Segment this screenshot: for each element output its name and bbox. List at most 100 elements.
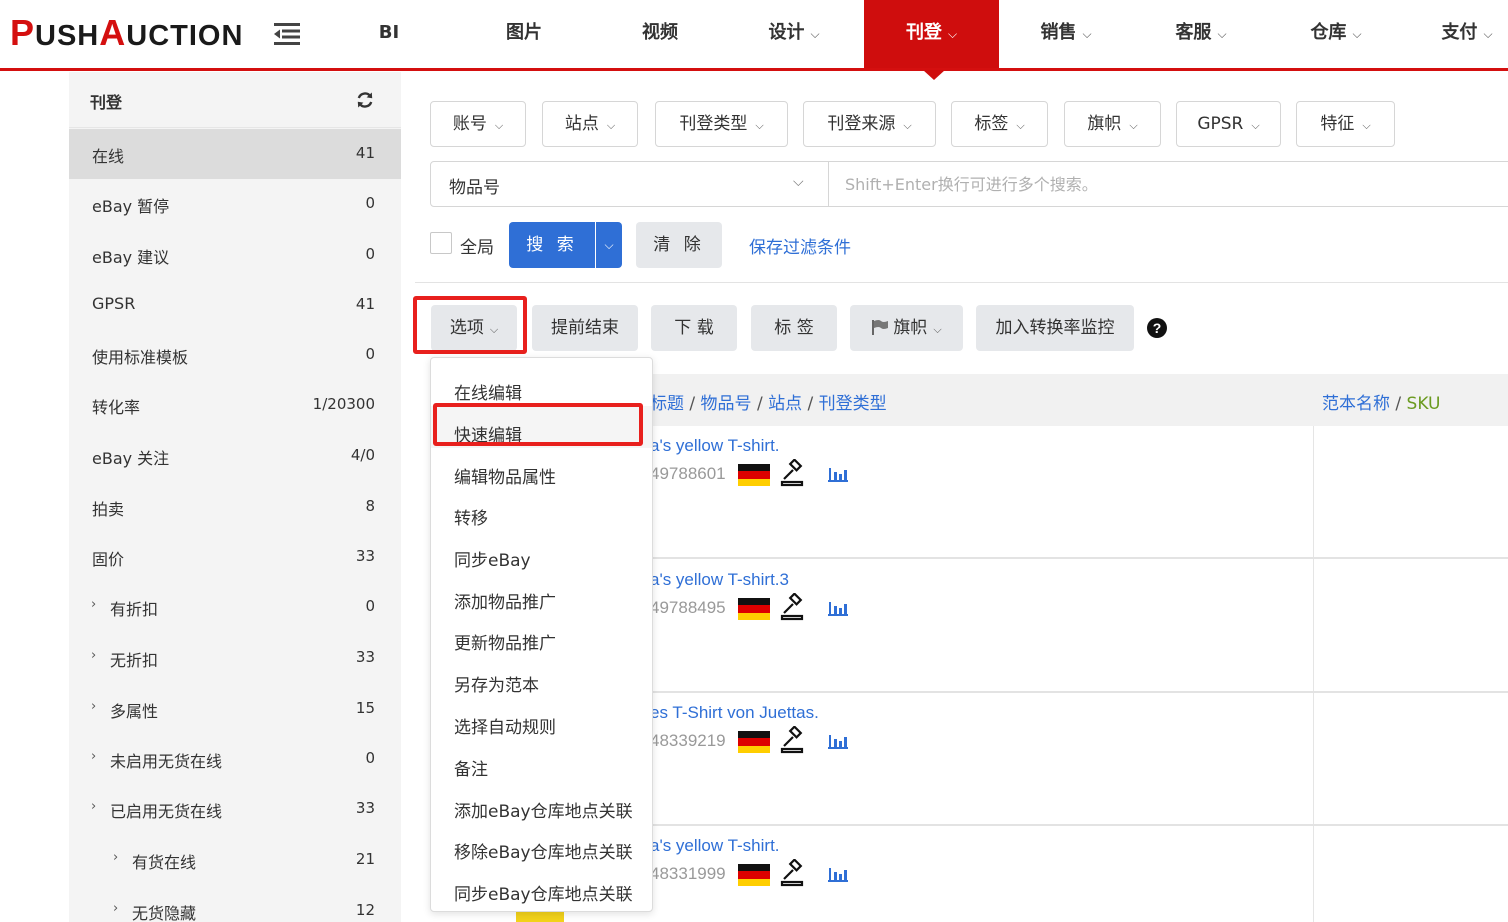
sort-template-name[interactable]: 范本名称 — [1322, 394, 1390, 414]
filter-account[interactable]: 账号 ⌵ — [430, 101, 526, 147]
clear-button[interactable]: 清 除 — [636, 222, 722, 268]
save-filter-link[interactable]: 保存过滤条件 — [749, 233, 851, 258]
chevron-down-icon: ⌵ — [793, 174, 804, 190]
sidebar-item-standard-template[interactable]: 使用标准模板 0 — [69, 330, 401, 380]
item-number: 48331999 — [650, 864, 726, 883]
filter-gpsr[interactable]: GPSR ⌵ — [1176, 101, 1281, 147]
sidebar-item-oos-enabled[interactable]: › 已启用无货在线 33 — [69, 784, 401, 834]
nav-design[interactable]: 设计 ⌵ — [748, 0, 840, 68]
pushauction-logo[interactable]: PUSHAUCTION — [10, 12, 243, 54]
sort-sku[interactable]: SKU — [1407, 394, 1441, 414]
sidebar-item-in-stock[interactable]: › 有货在线 21 — [69, 835, 401, 885]
bar-chart-icon[interactable] — [828, 733, 848, 749]
sidebar-item-ebay-watch[interactable]: eBay 关注 4/0 — [69, 431, 401, 481]
help-icon[interactable]: ? — [1147, 318, 1167, 338]
chevron-right-icon: › — [113, 850, 119, 865]
menu-save-as-template[interactable]: 另存为范本 — [431, 656, 652, 698]
menu-sync-ebay[interactable]: 同步eBay — [431, 531, 652, 573]
flag-button[interactable]: 旗帜 ⌵ — [850, 305, 963, 351]
menu-select-auto-rule[interactable]: 选择自动规则 — [431, 698, 652, 740]
menu-add-promotion[interactable]: 添加物品推广 — [431, 573, 652, 615]
chevron-right-icon: › — [91, 799, 97, 814]
menu-collapse-icon[interactable] — [274, 22, 300, 46]
nav-warehouse[interactable]: 仓库 ⌵ — [1290, 0, 1382, 68]
end-early-button[interactable]: 提前结束 — [532, 305, 638, 351]
sidebar-item-ebay-paused[interactable]: eBay 暂停 0 — [69, 179, 401, 229]
bar-chart-icon[interactable] — [828, 466, 848, 482]
nav-images[interactable]: 图片 — [478, 0, 570, 68]
header-template-group: 范本名称 / SKU — [1322, 394, 1441, 414]
listing-title-link[interactable]: a's yellow T-shirt. — [650, 836, 780, 856]
sidebar-item-variations[interactable]: › 多属性 15 — [69, 684, 401, 734]
nav-listing[interactable]: 刊登 ⌵ — [864, 0, 999, 68]
sidebar-item-auction[interactable]: 拍卖 8 — [69, 482, 401, 532]
filter-listing-source[interactable]: 刊登来源 ⌵ — [803, 101, 936, 147]
sidebar-item-online[interactable]: 在线 41 — [69, 129, 401, 179]
filter-listing-type[interactable]: 刊登类型 ⌵ — [655, 101, 788, 147]
listing-title-link[interactable]: a's yellow T-shirt. — [650, 436, 780, 456]
active-nav-pointer — [923, 70, 945, 80]
filter-feature[interactable]: 特征 ⌵ — [1296, 101, 1395, 147]
tag-button[interactable]: 标 签 — [751, 305, 837, 351]
bar-chart-icon[interactable] — [828, 866, 848, 882]
sort-site[interactable]: 站点 — [768, 394, 802, 414]
chevron-down-icon: ⌵ — [1251, 119, 1260, 132]
filter-flag[interactable]: 旗帜 ⌵ — [1064, 101, 1161, 147]
menu-note[interactable]: 备注 — [431, 740, 652, 782]
search-bar: 物品号 ⌵ — [430, 161, 1508, 207]
sidebar-item-conversion[interactable]: 转化率 1/20300 — [69, 380, 401, 430]
sidebar-item-oos-disabled[interactable]: › 未启用无货在线 0 — [69, 734, 401, 784]
highlight-options — [413, 296, 527, 354]
bar-chart-icon[interactable] — [828, 600, 848, 616]
chevron-down-icon: ⌵ — [606, 119, 616, 132]
search-button[interactable]: 搜 索 — [509, 222, 595, 268]
top-nav: PUSHAUCTION BI 图片 视频 设计 ⌵ 刊登 ⌵ 销售 ⌵ 客服 ⌵ 仓库 ⌵… — [0, 0, 1508, 68]
chevron-right-icon: › — [113, 901, 119, 916]
sidebar-item-no-discount[interactable]: › 无折扣 33 — [69, 633, 401, 683]
chevron-down-icon: ⌵ — [810, 27, 820, 41]
chevron-down-icon: ⌵ — [1129, 119, 1138, 132]
filter-site[interactable]: 站点 ⌵ — [542, 101, 638, 147]
sidebar-item-fixed-price[interactable]: 固价 33 — [69, 532, 401, 582]
menu-add-warehouse-link[interactable]: 添加eBay仓库地点关联 — [431, 782, 652, 824]
chevron-down-icon: ⌵ — [947, 27, 958, 41]
search-options-dropdown[interactable]: ⌵ — [596, 222, 622, 268]
auction-gavel-icon — [780, 459, 804, 487]
nav-bi[interactable]: BI — [352, 0, 426, 68]
nav-payment[interactable]: 支付 ⌵ — [1426, 0, 1508, 68]
menu-update-promotion[interactable]: 更新物品推广 — [431, 614, 652, 656]
global-checkbox[interactable] — [430, 232, 452, 254]
sort-title[interactable]: 标题 — [650, 394, 684, 414]
search-input[interactable] — [831, 162, 1508, 206]
divider — [415, 282, 1508, 283]
menu-transfer[interactable]: 转移 — [431, 489, 652, 531]
search-field-select[interactable]: 物品号 ⌵ — [431, 162, 829, 206]
filter-tag[interactable]: 标签 ⌵ — [951, 101, 1048, 147]
global-label: 全局 — [460, 238, 494, 258]
add-conversion-monitor-button[interactable]: 加入转换率监控 — [976, 305, 1134, 351]
flag-icon — [872, 320, 889, 335]
menu-online-edit[interactable]: 在线编辑 — [431, 364, 652, 406]
item-number: 49788495 — [650, 598, 726, 617]
sidebar-item-gpsr[interactable]: GPSR 41 — [69, 280, 401, 330]
menu-sync-warehouse-link[interactable]: 同步eBay仓库地点关联 — [431, 865, 652, 907]
listing-title-link[interactable]: a's yellow T-shirt.3 — [650, 570, 789, 590]
germany-flag-icon — [738, 864, 770, 886]
download-button[interactable]: 下 载 — [651, 305, 737, 351]
chevron-down-icon: ⌵ — [933, 323, 942, 336]
refresh-icon[interactable] — [355, 90, 375, 110]
menu-edit-item-specifics[interactable]: 编辑物品属性 — [431, 448, 652, 490]
sort-item-no[interactable]: 物品号 — [701, 394, 752, 414]
sidebar-item-oos-hidden[interactable]: › 无货隐藏 12 — [69, 886, 401, 922]
listing-title-link[interactable]: es T-Shirt von Juettas. — [650, 703, 819, 723]
auction-gavel-icon — [780, 726, 804, 754]
auction-gavel-icon — [780, 859, 804, 887]
sidebar-item-ebay-suggest[interactable]: eBay 建议 0 — [69, 230, 401, 280]
nav-video[interactable]: 视频 — [614, 0, 706, 68]
nav-customer-service[interactable]: 客服 ⌵ — [1155, 0, 1247, 68]
sort-listing-type[interactable]: 刊登类型 — [819, 394, 887, 414]
chevron-right-icon: › — [91, 648, 97, 663]
nav-sales[interactable]: 销售 ⌵ — [1020, 0, 1112, 68]
menu-remove-warehouse-link[interactable]: 移除eBay仓库地点关联 — [431, 823, 652, 865]
sidebar-item-discount[interactable]: › 有折扣 0 — [69, 582, 401, 632]
